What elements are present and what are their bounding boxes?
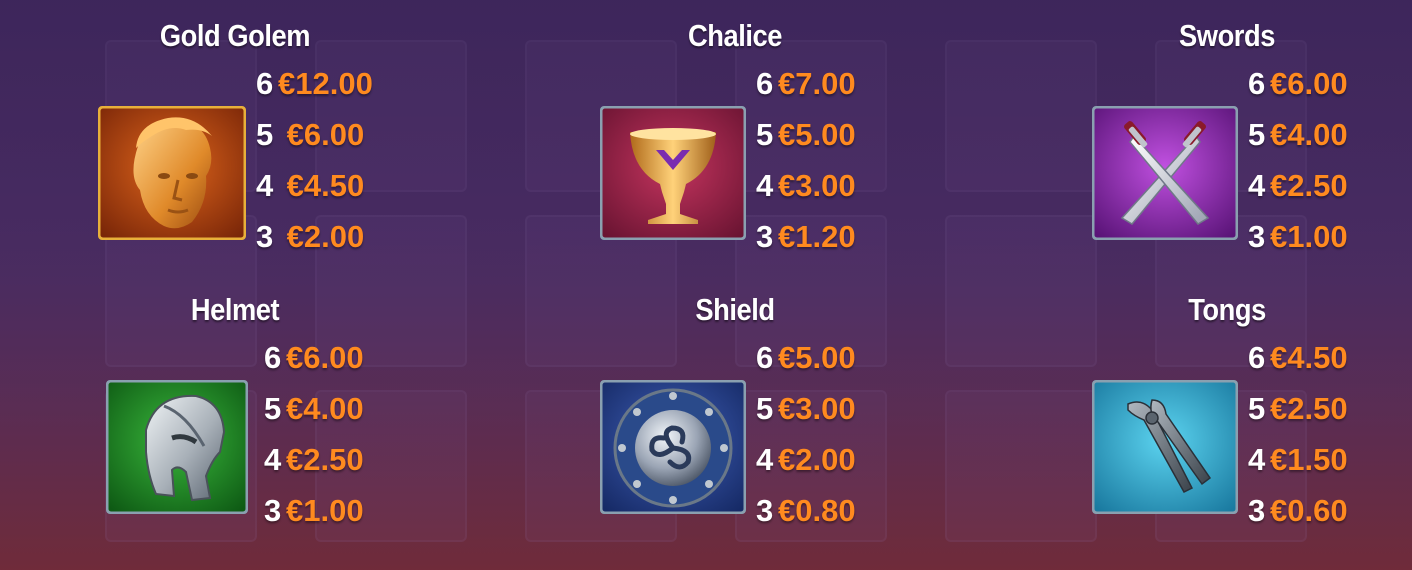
payout-row: 5 €3.00 [756, 383, 896, 434]
symbol-name: Shield [695, 292, 775, 327]
payout-value: €6.00 [1270, 66, 1348, 101]
payout-row: 4 €2.50 [264, 434, 404, 485]
payout-row: 4 €2.50 [1248, 160, 1388, 211]
payout-row: 4 €3.00 [756, 160, 896, 211]
match-count: 4 [756, 442, 774, 477]
payout-list: 6 €4.50 5 €2.50 4 €1.50 3 €0.60 [1248, 332, 1388, 536]
match-count: 3 [256, 219, 274, 254]
gold-golem-icon [98, 106, 246, 240]
payout-row: 5 €5.00 [756, 109, 896, 160]
match-count: 5 [264, 391, 282, 426]
payout-list: 6 €6.00 5 €4.00 4 €2.50 3 €1.00 [264, 332, 404, 536]
payout-value: €0.80 [778, 493, 856, 528]
shield-icon [600, 380, 746, 514]
match-count: 3 [756, 493, 774, 528]
payout-row: 6 €7.00 [756, 58, 896, 109]
match-count: 6 [756, 66, 774, 101]
payout-value: €1.50 [1270, 442, 1348, 477]
payout-value: €2.50 [1270, 391, 1348, 426]
match-count: 5 [1248, 117, 1266, 152]
match-count: 3 [756, 219, 774, 254]
payout-row: 5 €4.00 [264, 383, 404, 434]
payout-value: €4.00 [1270, 117, 1348, 152]
payout-value: €2.00 [778, 442, 856, 477]
match-count: 3 [1248, 219, 1266, 254]
swords-icon [1092, 106, 1238, 240]
match-count: 4 [264, 442, 282, 477]
payout-value: €2.00 [278, 219, 365, 254]
payout-value: €5.00 [778, 117, 856, 152]
payout-row: 4 €4.50 [256, 160, 396, 211]
payout-value: €12.00 [278, 66, 373, 101]
match-count: 4 [256, 168, 274, 203]
match-count: 6 [1248, 66, 1266, 101]
payout-row: 5 €4.00 [1248, 109, 1388, 160]
payout-list: 6 €12.00 5 €6.00 4 €4.50 3 €2.00 [256, 58, 396, 262]
symbol-block-tongs: Tongs 6 €4.50 5 €2.50 4 €1.50 3 €0.60 [1092, 292, 1412, 547]
match-count: 6 [256, 66, 274, 101]
match-count: 5 [1248, 391, 1266, 426]
payout-value: €1.00 [1270, 219, 1348, 254]
symbol-block-chalice: Chalice 6 €7.00 5 €5.00 4 €3.00 3 €1.20 [600, 18, 920, 273]
payout-row: 3 €0.80 [756, 485, 896, 536]
payout-value: €2.50 [286, 442, 364, 477]
payout-row: 3 €1.20 [756, 211, 896, 262]
symbol-name: Chalice [688, 18, 782, 53]
symbol-name: Tongs [1188, 292, 1266, 327]
payout-value: €4.00 [286, 391, 364, 426]
payout-value: €7.00 [778, 66, 856, 101]
payout-value: €3.00 [778, 391, 856, 426]
payout-value: €2.50 [1270, 168, 1348, 203]
chalice-icon [600, 106, 746, 240]
payout-value: €6.00 [286, 340, 364, 375]
paytable: Gold Golem 6 €12.00 5 €6.00 4 €4.50 3 €2… [0, 0, 1412, 570]
match-count: 6 [756, 340, 774, 375]
payout-list: 6 €5.00 5 €3.00 4 €2.00 3 €0.80 [756, 332, 896, 536]
payout-row: 3 €1.00 [1248, 211, 1388, 262]
payout-row: 4 €2.00 [756, 434, 896, 485]
payout-value: €6.00 [278, 117, 365, 152]
payout-value: €1.20 [778, 219, 856, 254]
payout-row: 5 €6.00 [256, 109, 396, 160]
payout-row: 6 €5.00 [756, 332, 896, 383]
payout-list: 6 €6.00 5 €4.00 4 €2.50 3 €1.00 [1248, 58, 1388, 262]
payout-row: 3 €0.60 [1248, 485, 1388, 536]
payout-row: 3 €1.00 [264, 485, 404, 536]
payout-value: €0.60 [1270, 493, 1348, 528]
symbol-block-helmet: Helmet 6 €6.00 5 €4.00 4 €2.50 3 €1.00 [100, 292, 420, 547]
match-count: 5 [756, 117, 774, 152]
payout-value: €3.00 [778, 168, 856, 203]
match-count: 6 [1248, 340, 1266, 375]
symbol-name: Helmet [190, 292, 280, 327]
match-count: 6 [264, 340, 282, 375]
match-count: 4 [756, 168, 774, 203]
payout-row: 6 €4.50 [1248, 332, 1388, 383]
payout-row: 6 €6.00 [264, 332, 404, 383]
symbol-name: Gold Golem [159, 18, 311, 53]
payout-value: €5.00 [778, 340, 856, 375]
symbol-block-swords: Swords 6 €6.00 5 €4.00 4 €2.50 3 €1.00 [1092, 18, 1412, 273]
match-count: 3 [1248, 493, 1266, 528]
match-count: 4 [1248, 168, 1266, 203]
symbol-block-shield: Shield 6 €5.00 5 €3.00 4 €2.00 3 €0.80 [600, 292, 920, 547]
symbol-block-gold-golem: Gold Golem 6 €12.00 5 €6.00 4 €4.50 3 €2… [98, 18, 420, 273]
helmet-icon [106, 380, 248, 514]
payout-row: 5 €2.50 [1248, 383, 1388, 434]
payout-row: 4 €1.50 [1248, 434, 1388, 485]
match-count: 5 [256, 117, 274, 152]
payout-value: €4.50 [1270, 340, 1348, 375]
payout-list: 6 €7.00 5 €5.00 4 €3.00 3 €1.20 [756, 58, 896, 262]
payout-row: 6 €6.00 [1248, 58, 1388, 109]
match-count: 3 [264, 493, 282, 528]
match-count: 4 [1248, 442, 1266, 477]
tongs-icon [1092, 380, 1238, 514]
payout-row: 6 €12.00 [256, 58, 396, 109]
payout-value: €4.50 [278, 168, 365, 203]
payout-row: 3 €2.00 [256, 211, 396, 262]
payout-value: €1.00 [286, 493, 364, 528]
match-count: 5 [756, 391, 774, 426]
symbol-name: Swords [1179, 18, 1275, 53]
